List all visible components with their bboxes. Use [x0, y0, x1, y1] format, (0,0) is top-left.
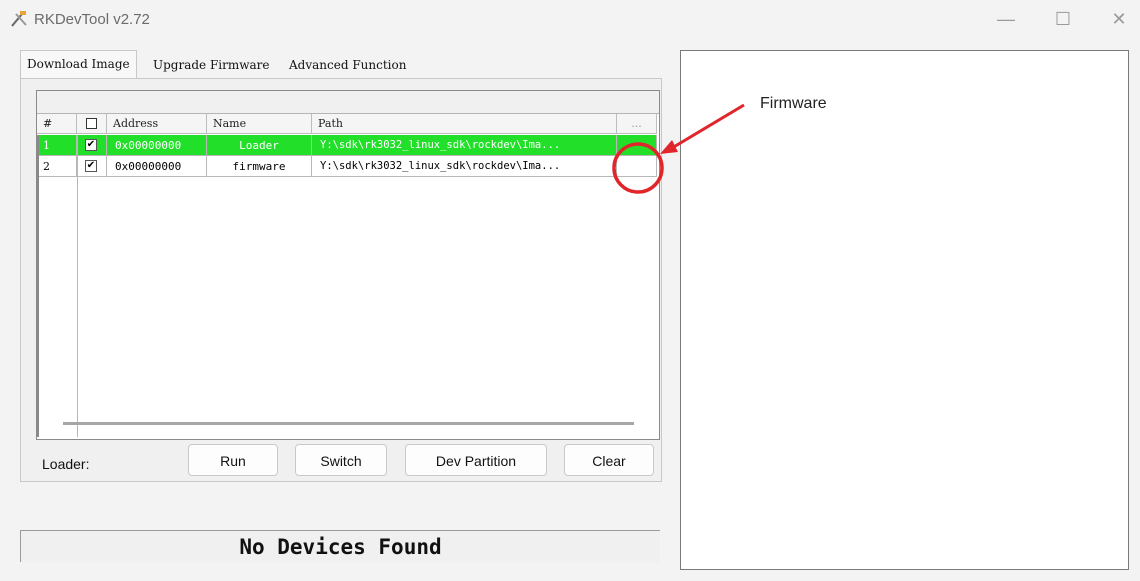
close-button[interactable]: ✕	[1106, 8, 1132, 30]
column-header-address[interactable]: Address	[107, 114, 207, 134]
row-checkbox-cell: ✔	[77, 156, 107, 177]
tab-upgrade-firmware[interactable]: Upgrade Firmware	[147, 52, 276, 78]
run-button[interactable]: Run	[188, 444, 278, 476]
row-path[interactable]: Y:\sdk\rk3032_linux_sdk\rockdev\Ima...	[312, 156, 617, 177]
annotation-arrow-head	[660, 140, 678, 154]
row-browse-button[interactable]	[617, 135, 657, 156]
dev-partition-button[interactable]: Dev Partition	[405, 444, 547, 476]
clear-button[interactable]: Clear	[564, 444, 654, 476]
column-header-name[interactable]: Name	[207, 114, 312, 134]
list-top-strip	[37, 91, 659, 114]
maximize-button[interactable]: ☐	[1050, 8, 1076, 30]
horizontal-scrollbar[interactable]	[63, 422, 634, 425]
title-bar: RKDevTool v2.72 — ☐ ✕	[0, 0, 1140, 40]
row-number: 1	[37, 135, 77, 156]
log-output-panel	[680, 50, 1129, 570]
row-path[interactable]: Y:\sdk\rk3032_linux_sdk\rockdev\Ima...	[312, 135, 617, 156]
row-address[interactable]: 0x00000000	[107, 135, 207, 156]
row-checkbox-cell: ✔	[77, 135, 107, 156]
column-divider	[77, 135, 78, 437]
image-list: # Address Name Path ... 1 ✔ 0x00000000 L…	[36, 90, 660, 440]
row-address[interactable]: 0x00000000	[107, 156, 207, 177]
tab-advanced-function[interactable]: Advanced Function	[283, 52, 412, 78]
annotation-label: Firmware	[760, 95, 827, 112]
row-checkbox[interactable]: ✔	[85, 160, 97, 172]
rkdevtool-window: RKDevTool v2.72 — ☐ ✕ Download Image Upg…	[0, 0, 1140, 581]
loader-label: Loader:	[42, 456, 90, 472]
column-header-browse[interactable]: ...	[617, 114, 657, 134]
table-row[interactable]: 1 ✔ 0x00000000 Loader Y:\sdk\rk3032_linu…	[37, 135, 657, 156]
row-name[interactable]: firmware	[207, 156, 312, 177]
switch-button[interactable]: Switch	[295, 444, 387, 476]
row-checkbox[interactable]: ✔	[85, 139, 97, 151]
column-header-number[interactable]: #	[37, 114, 77, 134]
minimize-button[interactable]: —	[993, 8, 1019, 30]
table-row[interactable]: 2 ✔ 0x00000000 firmware Y:\sdk\rk3032_li…	[37, 156, 657, 177]
row-name[interactable]: Loader	[207, 135, 312, 156]
column-header-path[interactable]: Path	[312, 114, 617, 134]
window-title: RKDevTool v2.72	[34, 11, 150, 28]
tab-download-image[interactable]: Download Image	[20, 50, 137, 79]
list-left-border	[37, 135, 39, 437]
column-header-check[interactable]	[77, 114, 107, 134]
row-number: 2	[37, 156, 77, 177]
select-all-checkbox[interactable]	[86, 118, 97, 129]
row-browse-button[interactable]	[617, 156, 657, 177]
device-status-bar: No Devices Found	[20, 530, 660, 562]
app-icon	[11, 11, 27, 27]
